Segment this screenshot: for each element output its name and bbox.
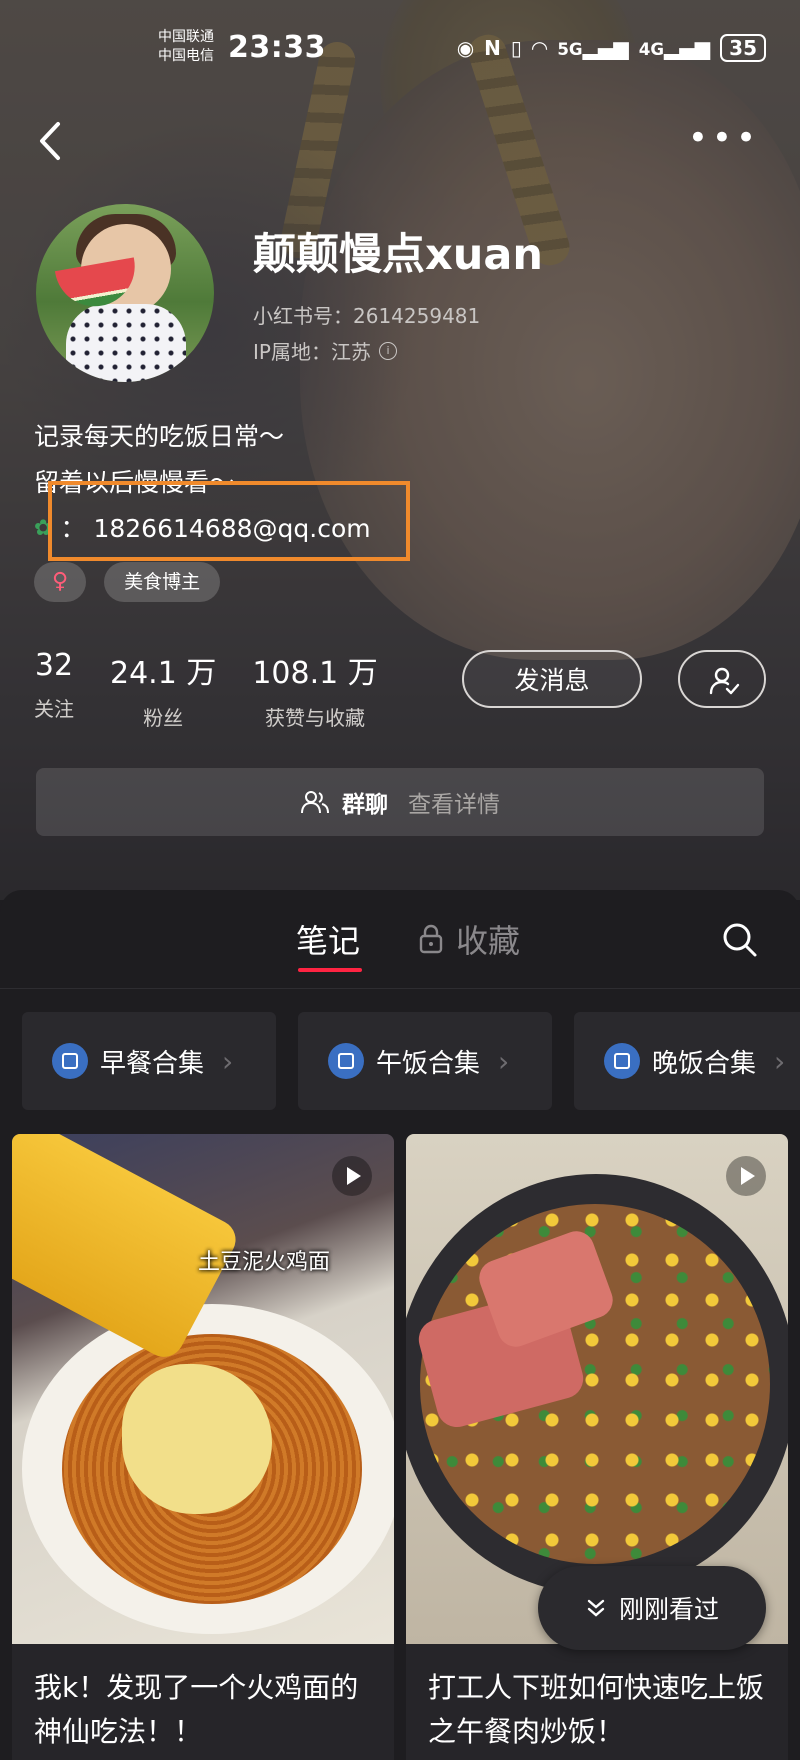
note-card[interactable]: 打工人下班如何快速吃上饭之午餐肉炒饭！	[406, 1134, 788, 1760]
active-tab-indicator	[298, 968, 362, 972]
notes-grid: 土豆泥火鸡面 我k！发现了一个火鸡面的神仙吃法！！ 打工人下班如何快速吃上饭之午…	[12, 1134, 788, 1760]
note-cover-image: 土豆泥火鸡面	[12, 1134, 394, 1644]
system-icons: ◉ N ▯ ◠ 5G▂▄▆ 4G▂▄▆ 35	[457, 34, 766, 62]
double-chevron-down-icon	[587, 1599, 605, 1617]
play-icon	[332, 1156, 372, 1196]
more-options-icon[interactable]: •••	[688, 121, 760, 155]
tab-favorites[interactable]: 收藏	[418, 916, 520, 962]
signal-5g-icon: 5G▂▄▆	[557, 36, 629, 60]
profile-name: 颠颠慢点xuan	[253, 230, 543, 280]
tab-notes[interactable]: 笔记	[296, 916, 360, 962]
red-id[interactable]: 小红书号：2614259481	[253, 300, 480, 329]
bio-line-1: 记录每天的吃饭日常～	[34, 422, 285, 451]
play-icon	[726, 1156, 766, 1196]
send-message-button[interactable]: 发消息	[462, 650, 642, 708]
battery-indicator: 35	[720, 34, 766, 62]
chevron-right-icon: ›	[498, 1044, 510, 1078]
carrier-labels: 中国联通 中国电信	[158, 29, 214, 64]
signal-4g-icon: 4G▂▄▆	[638, 36, 711, 60]
collection-dinner[interactable]: 晚饭合集 ›	[574, 1012, 800, 1110]
user-check-icon	[709, 667, 740, 695]
collection-lunch[interactable]: 午饭合集 ›	[298, 1012, 552, 1110]
collections-row: 早餐合集 › 午饭合集 › 晚饭合集 ›	[22, 1012, 800, 1110]
group-chat-label: 群聊	[342, 792, 388, 818]
group-chat-bar[interactable]: 群聊 查看详情	[36, 768, 764, 836]
clock: 23:33	[228, 30, 326, 65]
note-card[interactable]: 土豆泥火鸡面 我k！发现了一个火鸡面的神仙吃法！！	[12, 1134, 394, 1760]
avatar[interactable]	[36, 204, 214, 382]
following-stat[interactable]: 32 关注	[34, 648, 74, 731]
cover-caption: 土豆泥火鸡面	[198, 1250, 331, 1275]
lock-icon	[419, 924, 443, 954]
eye-icon: ◉	[456, 36, 475, 60]
tab-bar: 笔记 收藏	[0, 890, 800, 989]
back-arrow-icon[interactable]	[34, 116, 68, 166]
followed-button[interactable]	[678, 650, 766, 708]
collection-icon	[604, 1043, 640, 1079]
collection-icon	[52, 1043, 88, 1079]
category-tag: 美食博主	[104, 562, 221, 602]
chevron-right-icon: ›	[222, 1044, 234, 1078]
vibrate-icon: ▯	[510, 36, 522, 60]
recently-viewed-button[interactable]: 刚刚看过	[538, 1566, 766, 1650]
highlight-box	[48, 481, 410, 561]
group-chat-detail: 查看详情	[408, 792, 500, 818]
wifi-icon: ◠	[531, 36, 548, 60]
likes-stat[interactable]: 108.1 万 获赞与收藏	[252, 648, 377, 731]
status-bar: 中国联通 中国电信 23:33 ◉ N ▯ ◠ 5G▂▄▆ 4G▂▄▆ 35	[0, 0, 800, 92]
ip-location: IP属地：江苏 i	[253, 336, 397, 365]
fans-stat[interactable]: 24.1 万 粉丝	[110, 648, 216, 731]
profile-tags: ♀ 美食博主	[34, 562, 221, 602]
gender-tag: ♀	[34, 562, 87, 602]
profile-stats: 32 关注 24.1 万 粉丝 108.1 万 获赞与收藏	[34, 648, 378, 731]
note-title: 我k！发现了一个火鸡面的神仙吃法！！	[34, 1671, 359, 1748]
nfc-icon: N	[484, 36, 501, 60]
note-title: 打工人下班如何快速吃上饭之午餐肉炒饭！	[428, 1671, 765, 1748]
collection-icon	[328, 1043, 364, 1079]
group-icon	[301, 791, 329, 814]
collection-breakfast[interactable]: 早餐合集 ›	[22, 1012, 276, 1110]
search-icon[interactable]	[720, 920, 760, 960]
info-icon[interactable]: i	[378, 341, 397, 360]
chevron-right-icon: ›	[774, 1044, 786, 1078]
